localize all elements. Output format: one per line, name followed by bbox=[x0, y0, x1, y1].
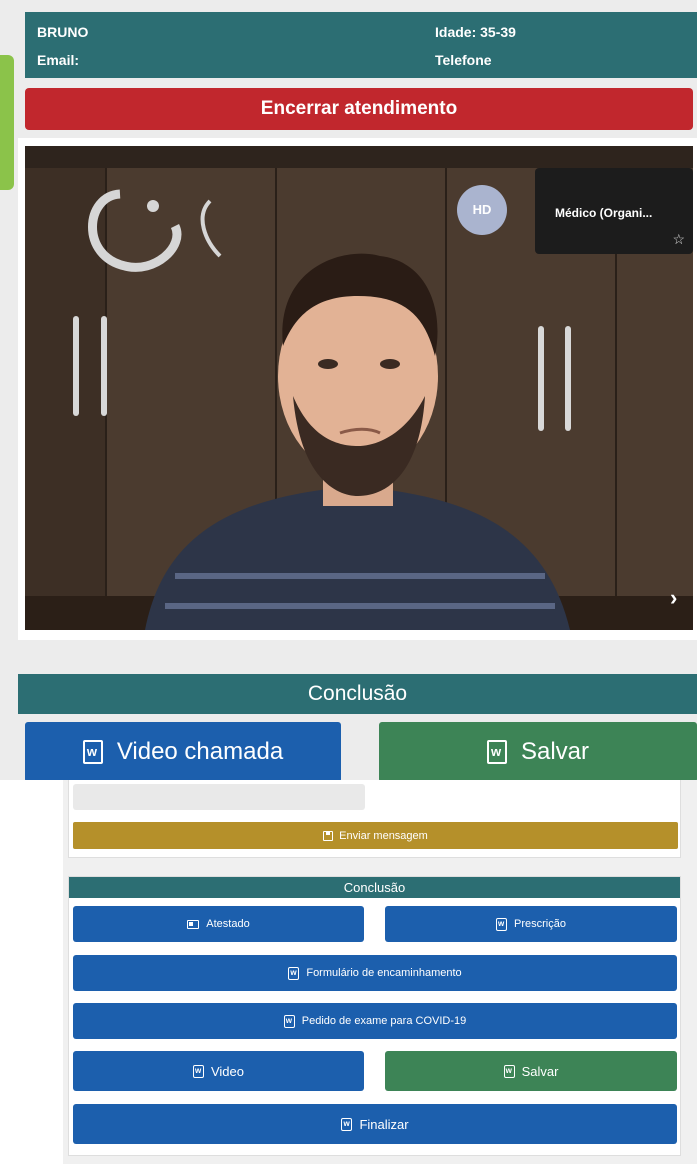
prescription-label: Prescrição bbox=[514, 918, 566, 930]
word-document-icon bbox=[341, 1117, 353, 1131]
end-consultation-button[interactable]: Encerrar atendimento bbox=[25, 88, 693, 130]
video-button[interactable]: Video bbox=[73, 1051, 364, 1091]
id-card-icon bbox=[187, 919, 200, 929]
star-icon[interactable]: ☆ bbox=[672, 231, 685, 248]
finish-button[interactable]: Finalizar bbox=[73, 1104, 677, 1144]
patient-phone: Telefone bbox=[435, 52, 492, 68]
save-label: Salvar bbox=[521, 1063, 559, 1079]
word-document-icon bbox=[283, 1014, 295, 1028]
side-decoration bbox=[0, 55, 14, 190]
covid-exam-button[interactable]: Pedido de exame para COVID-19 bbox=[73, 1003, 677, 1039]
consultation-panel: BRUNO Email: Idade: 35-39 Telefone Encer… bbox=[0, 0, 697, 780]
telemedicine-page: BRUNO Email: Idade: 35-39 Telefone Encer… bbox=[0, 0, 697, 1164]
video-label: Video bbox=[210, 1063, 244, 1079]
patient-info-bar: BRUNO Email: Idade: 35-39 Telefone bbox=[25, 12, 697, 78]
referral-form-label: Formulário de encaminhamento bbox=[306, 967, 462, 979]
word-document-icon bbox=[496, 917, 508, 931]
prescription-button[interactable]: Prescrição bbox=[385, 906, 677, 942]
conclusion-header-large: Conclusão bbox=[18, 674, 697, 714]
word-document-icon bbox=[486, 740, 507, 764]
send-message-button[interactable]: Enviar mensagem bbox=[73, 822, 678, 849]
video-call-label: Video chamada bbox=[116, 738, 284, 765]
message-input[interactable] bbox=[73, 784, 365, 810]
referral-form-button[interactable]: Formulário de encaminhamento bbox=[73, 955, 677, 991]
word-document-icon bbox=[503, 1064, 515, 1078]
remote-participant-tile[interactable]: Médico (Organi... ☆ bbox=[535, 168, 693, 254]
save-label-large: Salvar bbox=[520, 738, 590, 765]
word-document-icon bbox=[288, 966, 300, 980]
save-button-large[interactable]: Salvar bbox=[379, 722, 697, 780]
participant-avatar[interactable]: HD bbox=[457, 185, 507, 235]
finish-label: Finalizar bbox=[359, 1116, 409, 1132]
atestado-label: Atestado bbox=[206, 918, 250, 930]
atestado-button[interactable]: Atestado bbox=[73, 906, 364, 942]
save-button[interactable]: Salvar bbox=[385, 1051, 677, 1091]
floppy-disk-icon bbox=[323, 830, 334, 841]
patient-age: Idade: 35-39 bbox=[435, 24, 516, 40]
covid-exam-label: Pedido de exame para COVID-19 bbox=[301, 1015, 467, 1027]
word-document-icon bbox=[192, 1064, 204, 1078]
video-call-button[interactable]: Video chamada bbox=[25, 722, 341, 780]
patient-name: BRUNO bbox=[37, 24, 89, 40]
word-document-icon bbox=[82, 740, 103, 764]
remote-participant-name: Médico (Organi... bbox=[555, 206, 653, 220]
send-message-label: Enviar mensagem bbox=[339, 829, 428, 842]
chevron-right-icon[interactable]: › bbox=[670, 585, 677, 611]
patient-email: Email: bbox=[37, 52, 80, 68]
conclusion-header: Conclusão bbox=[69, 877, 680, 898]
